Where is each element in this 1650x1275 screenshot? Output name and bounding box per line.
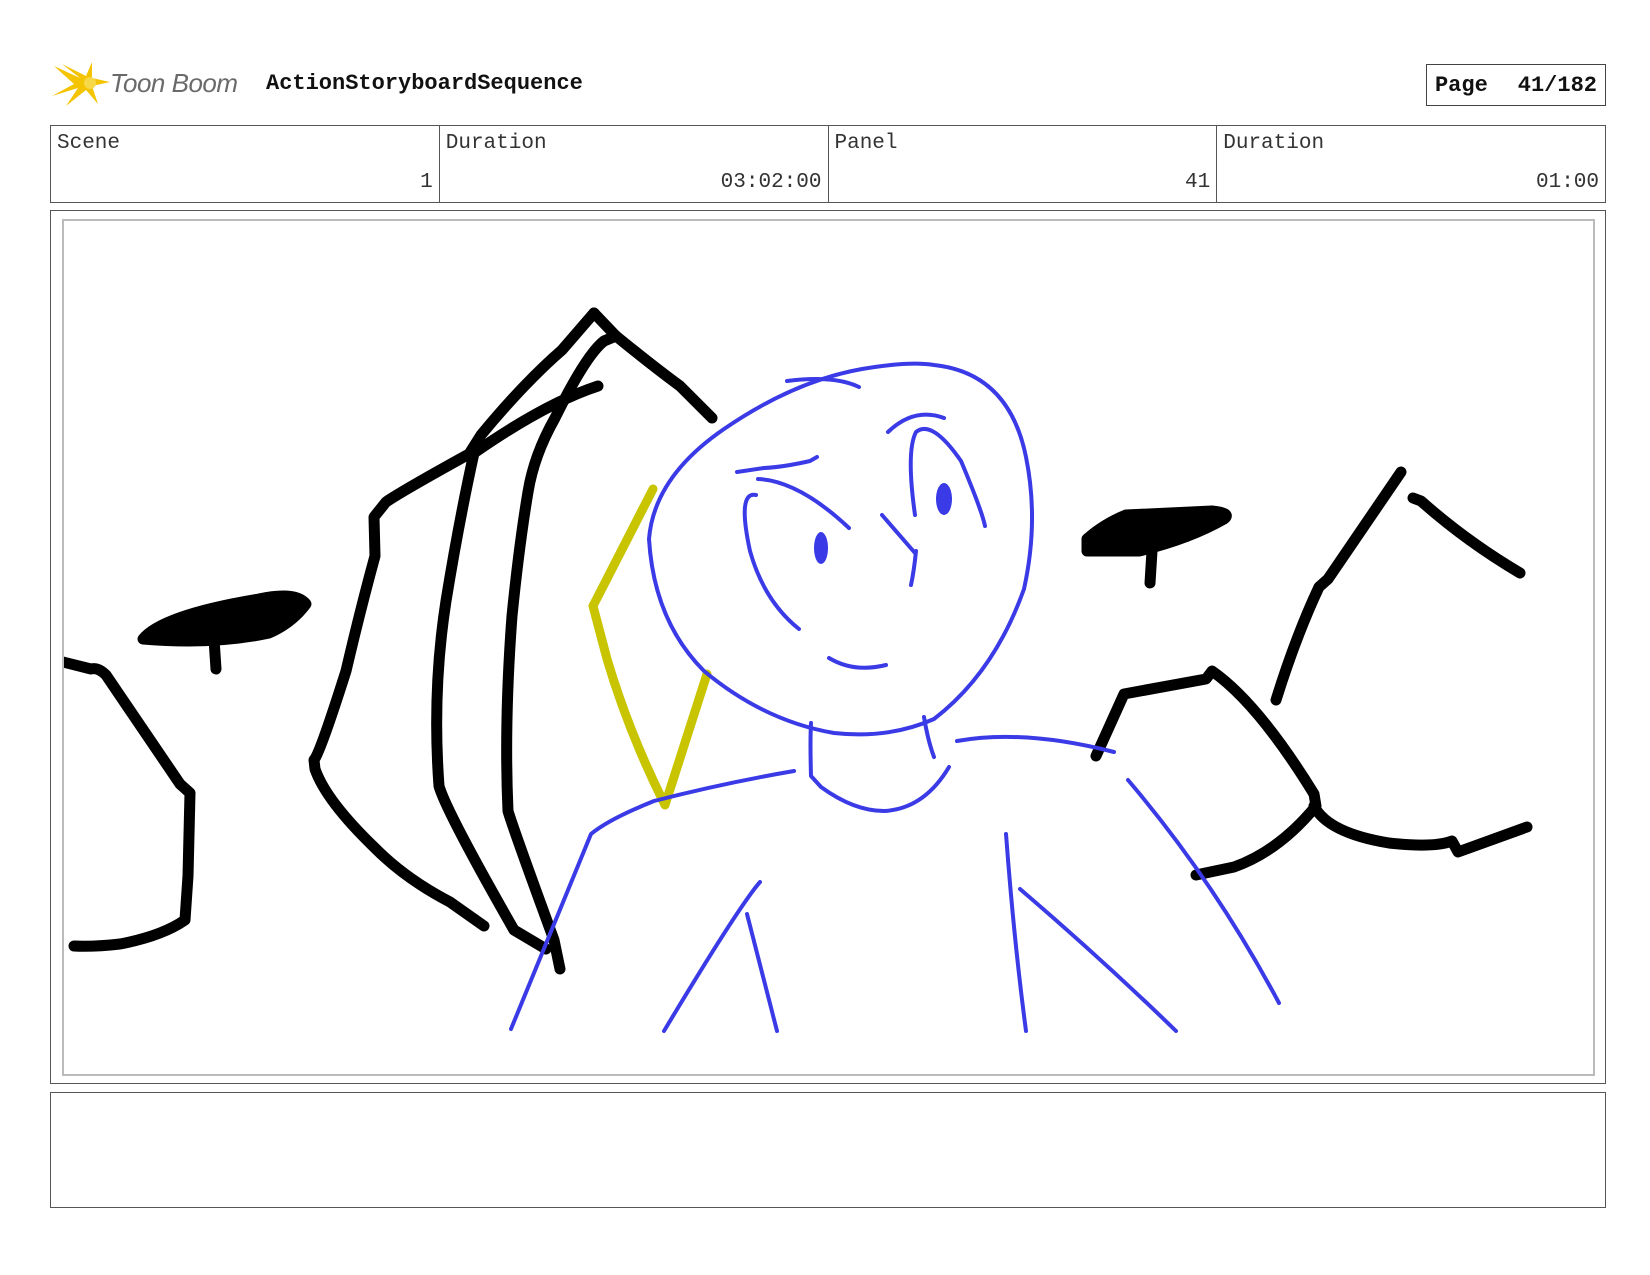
scene-cell: Scene 1: [51, 126, 440, 202]
starburst-icon: [52, 62, 110, 106]
panel-label: Panel: [834, 132, 898, 155]
left-eye-icon: [814, 532, 828, 564]
panel-value: 41: [1185, 171, 1211, 194]
scene-label: Scene: [57, 132, 121, 155]
panel-duration-value: 01:00: [1535, 171, 1599, 194]
panel-cell: Panel 41: [829, 126, 1218, 202]
scene-value: 1: [420, 171, 433, 194]
panel-duration-cell: Duration 01:00: [1217, 126, 1605, 202]
scene-duration-value: 03:02:00: [720, 171, 822, 194]
panel-notes-box[interactable]: [50, 1092, 1606, 1208]
scene-duration-cell: Duration 03:02:00: [440, 126, 829, 202]
blue-character-strokes: [509, 361, 1281, 1033]
page-number: 41/182: [1517, 72, 1597, 98]
character-eyes: [814, 483, 952, 564]
right-eye-icon: [936, 483, 952, 515]
panel-duration-label: Duration: [1223, 132, 1325, 155]
sketch-drawing: [64, 307, 1533, 1033]
scene-duration-label: Duration: [445, 132, 547, 155]
page-header: Toon Boom ActionStoryboardSequence Page …: [50, 58, 1606, 110]
storyboard-drawing-area[interactable]: [62, 219, 1595, 1076]
storyboard-panel-frame: [50, 210, 1606, 1084]
toon-boom-logo: Toon Boom: [52, 58, 252, 110]
panel-info-table: Scene 1 Duration 03:02:00 Panel 41 Durat…: [50, 125, 1606, 203]
page-label: Page: [1434, 72, 1488, 98]
page-indicator: Page 41/182: [1425, 64, 1606, 106]
project-title: ActionStoryboardSequence: [266, 71, 583, 96]
black-mountain-strokes: [64, 307, 1533, 975]
logo-wordmark: Toon Boom: [110, 68, 238, 98]
